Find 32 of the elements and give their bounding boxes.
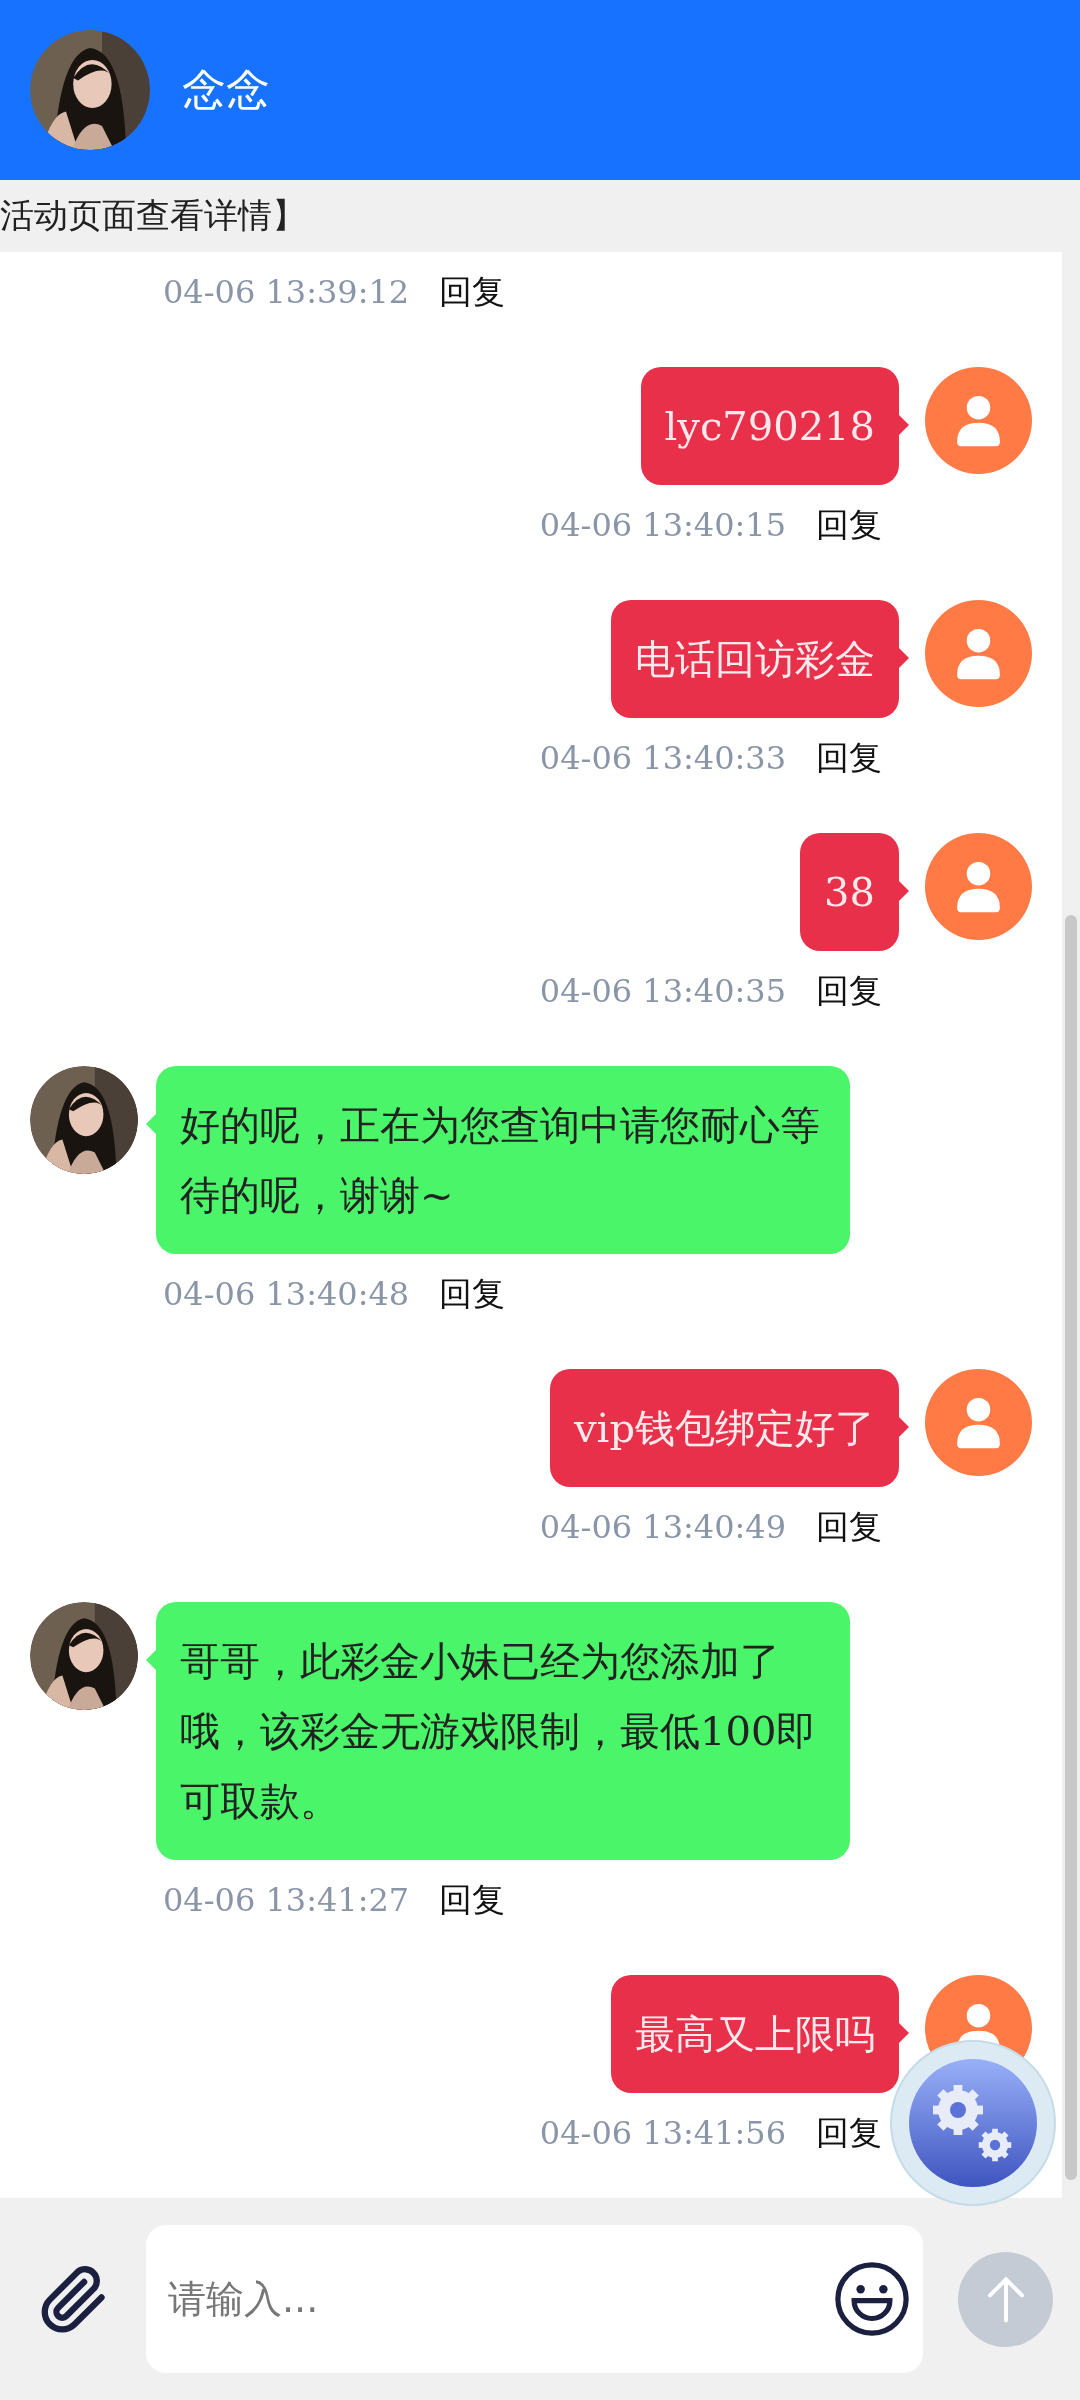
reply-link[interactable]: 回复	[816, 502, 882, 548]
timestamp: 04-06 13:40:48	[163, 1275, 410, 1313]
message-input[interactable]: 请输入...	[146, 2225, 923, 2373]
contact-name: 念念	[182, 62, 270, 117]
timestamp: 04-06 13:41:27	[163, 1881, 410, 1919]
notice-text: 活动页面查看详情】	[0, 194, 306, 237]
message-bubble: 电话回访彩金	[611, 600, 899, 718]
message-bubble: 最高又上限吗	[611, 1975, 899, 2093]
reply-link[interactable]: 回复	[816, 1504, 882, 1550]
avatar-icon	[925, 600, 1032, 707]
avatar-icon	[925, 833, 1032, 940]
reply-link[interactable]: 回复	[816, 968, 882, 1014]
message-bubble: 好的呢，正在为您查询中请您耐心等待的呢，谢谢~	[156, 1066, 850, 1254]
reply-link[interactable]: 回复	[439, 1877, 506, 1923]
message-bubble: lyc790218	[640, 367, 899, 485]
timestamp: 04-06 13:40:35	[539, 972, 786, 1010]
reply-link[interactable]: 回复	[816, 2110, 882, 2156]
timestamp: 04-06 13:40:49	[539, 1508, 786, 1546]
timestamp: 04-06 13:41:56	[539, 2114, 786, 2152]
message-bubble: 38	[800, 833, 899, 951]
emoji-icon[interactable]	[833, 2260, 911, 2338]
avatar-icon	[925, 1369, 1032, 1476]
avatar-icon	[925, 367, 1032, 474]
timestamp: 04-06 13:40:15	[539, 506, 786, 544]
timestamp: 04-06 13:40:33	[539, 739, 786, 777]
message-bubble: 哥哥，此彩金小妹已经为您添加了哦，该彩金无游戏限制，最低100即可取款。	[156, 1602, 850, 1860]
timestamp: 04-06 13:39:12	[163, 273, 410, 311]
reply-link[interactable]: 回复	[439, 269, 506, 315]
message-bubble: vip钱包绑定好了	[550, 1369, 899, 1487]
settings-button[interactable]	[890, 2040, 1056, 2206]
reply-link[interactable]: 回复	[439, 1271, 506, 1317]
reply-link[interactable]: 回复	[816, 735, 882, 781]
